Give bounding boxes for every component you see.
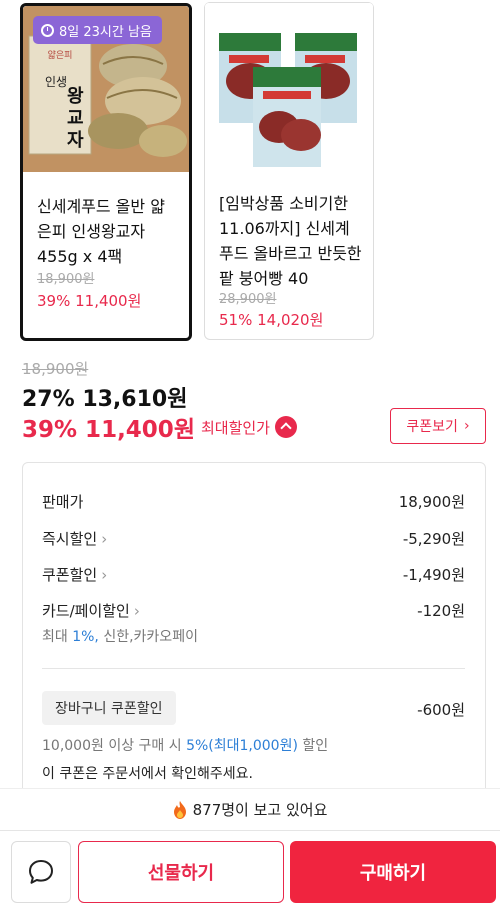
max-discount-label: 최대할인가 [200,418,270,437]
cart-coupon-note: 이 쿠폰은 주문서에서 확인해주세요. [42,766,253,782]
card-discount-note: 최대 1%, 신한,카카오페이 [42,629,198,645]
chevron-right-icon: › [133,602,140,620]
collapse-chevron-up-icon[interactable] [275,416,297,438]
fire-icon [173,800,187,819]
cart-coupon-value: -600원 [417,701,465,719]
cart-coupon-condition: 10,000원 이상 구매 시 5%(최대1,000원) 할인 [42,738,329,754]
card-discount-row[interactable]: 카드/페이할인 › -120원 [42,600,465,621]
svg-text:얇은피: 얇은피 [48,49,73,61]
product-price: 51% 14,020원 [219,311,324,329]
chat-button[interactable] [11,841,71,903]
viewer-count-bar: 877명이 보고 있어요 [0,788,500,830]
chevron-right-icon: › [463,418,470,434]
card-discount-label: 카드/페이할인 [42,602,130,620]
gift-button[interactable]: 선물하기 [78,841,284,903]
instant-discount-value: -5,290원 [402,530,465,548]
product-image-fish-bread [205,3,373,171]
price-breakdown-panel: 판매가 18,900원 즉시할인 › -5,290원 쿠폰할인 › -1,490원 … [22,462,486,802]
viewer-count-text: 877명이 보고 있어요 [192,801,328,819]
product-original-price: 18,900원 [37,272,95,287]
product-title: 신세계푸드 올반 얇은피 인생왕교자 455g x 4팩 [37,197,165,266]
chevron-right-icon: › [101,566,108,584]
coupon-discount-value: -1,490원 [402,566,465,584]
sale-price-row: 판매가 18,900원 [42,491,465,512]
instant-discount-row[interactable]: 즉시할인 › -5,290원 [42,528,465,549]
bottom-action-bar: 선물하기 구매하기 [0,830,500,908]
original-price: 18,900원 [22,360,89,378]
chat-bubble-icon [29,860,53,884]
svg-text:교: 교 [67,108,84,129]
timer-text: 8일 23시간 남음 [59,24,152,40]
buy-button[interactable]: 구매하기 [290,841,496,903]
product-original-price: 28,900원 [219,292,277,307]
svg-text:왕: 왕 [67,86,84,107]
divider [42,668,465,669]
coupon-discount-label: 쿠폰할인 [42,566,98,584]
deadline-timer-badge: 8일 23시간 남음 [33,16,162,44]
instant-discount-price: 27% 13,610원 [22,387,188,412]
product-card-selected[interactable]: 얇은피 인생 왕 교 자 8일 23시간 남음 신세계푸드 올반 얇은피 인생왕… [20,3,192,341]
card-discount-value: -120원 [417,602,465,620]
view-coupon-button[interactable]: 쿠폰보기 › [390,408,486,444]
svg-text:자: 자 [67,130,84,151]
sale-price-label: 판매가 [42,493,84,511]
product-price: 39% 11,400원 [37,292,142,310]
instant-discount-label: 즉시할인 [42,530,98,548]
cart-coupon-chip: 장바구니 쿠폰할인 [42,691,176,725]
product-card[interactable]: [임박상품 소비기한 11.06까지] 신세계푸드 올바르고 반듯한 팥 붕어빵… [204,2,374,340]
sale-price-value: 18,900원 [398,493,465,511]
clock-icon [41,23,54,37]
view-coupon-label: 쿠폰보기 [406,419,458,435]
coupon-discount-row[interactable]: 쿠폰할인 › -1,490원 [42,564,465,585]
svg-text:인생: 인생 [45,75,67,89]
max-discount-row: 39% 11,400원 최대할인가 [22,410,297,444]
product-title: [임박상품 소비기한 11.06까지] 신세계푸드 올바르고 반듯한 팥 붕어빵… [219,194,362,288]
chevron-right-icon: › [101,530,108,548]
max-discount-price: 39% 11,400원 [22,417,195,443]
